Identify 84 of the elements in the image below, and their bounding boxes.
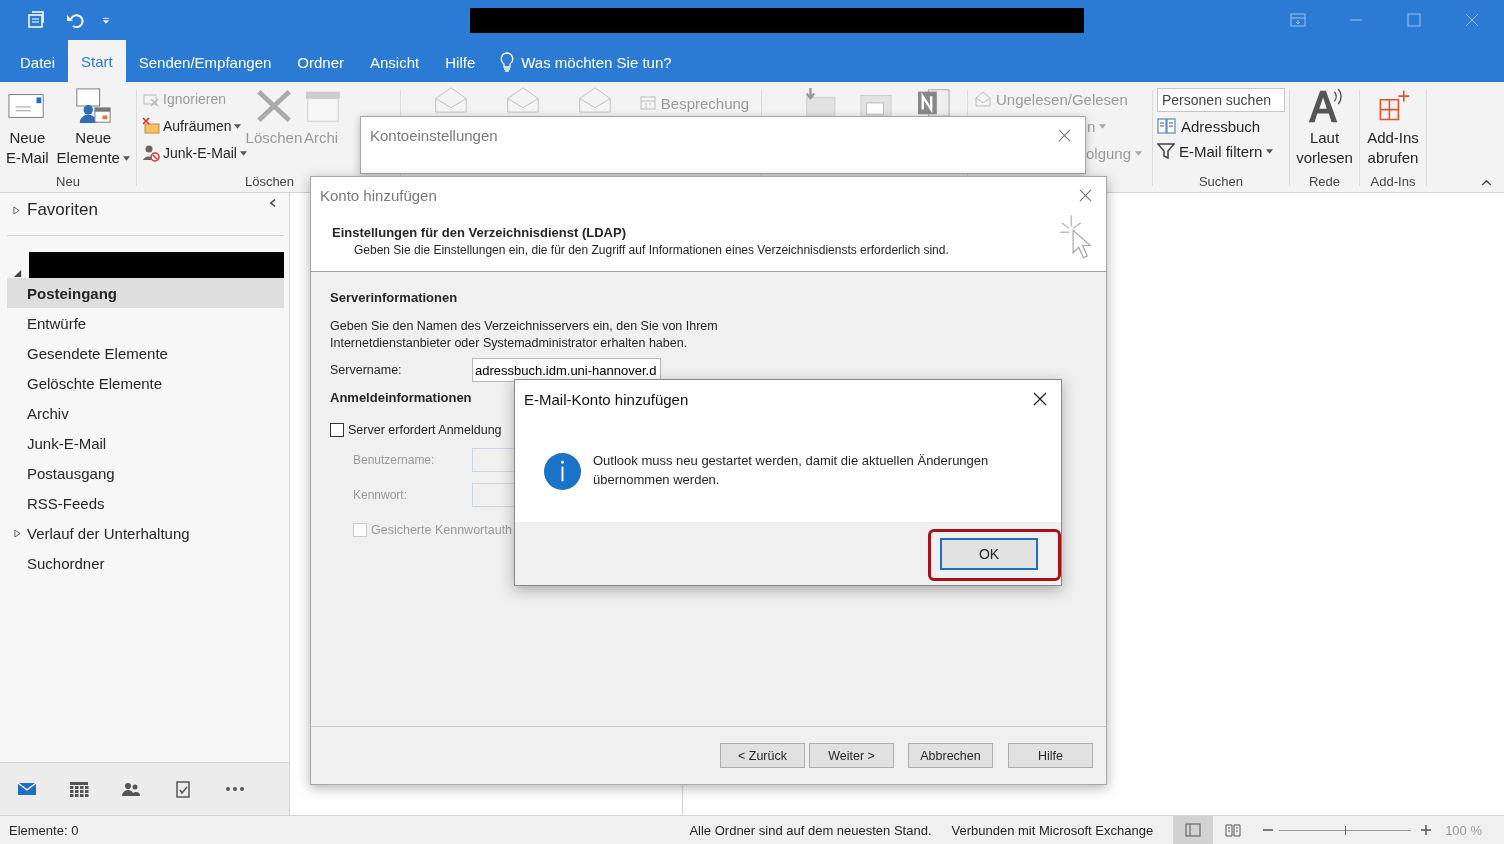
dialog-title: Konto hinzufügen [320,186,437,204]
collapse-ribbon-icon[interactable] [1481,179,1492,186]
wizard-button[interactable]: Abbrechen [908,743,993,768]
normal-view-button[interactable] [1173,816,1214,844]
ribbon-button[interactable]: Add-Ins abrufen [1364,86,1422,168]
ribbon-button[interactable]: Neue E-Mail [3,86,52,168]
ribbon-button[interactable]: Junk-E-Mail [142,142,247,164]
close-icon[interactable] [1033,392,1047,406]
ribbon-button[interactable]: Neue Elemente [53,86,133,168]
ok-button[interactable]: OK [940,537,1038,570]
item-count: Elemente: 0 [9,822,79,838]
connection-status: Verbunden mit Microsoft Exchange [951,822,1154,838]
field-label: Servername: [330,363,403,377]
dialog-title: Kontoeinstellungen [370,126,498,144]
field-label: Kennwort: [353,488,409,502]
login-required-checkbox[interactable]: Server erfordert Anmeldung [330,423,1087,437]
instruction-text: Geben Sie den Namen des Verzeichnisservers ein, den Sie von Ihrem Internetdienstanbieter oder Systemadministrator erhalten haben. [330,318,719,352]
ribbon-tab[interactable]: Senden/Empfangen [125,42,285,82]
section-heading: Serverinformationen [330,290,458,305]
field-label: Benutzername: [353,453,436,467]
filter-icon [1157,142,1175,160]
folder-item[interactable]: Archiv [7,398,284,428]
wizard-button[interactable]: < Zurück [720,743,805,768]
expand-triangle-icon[interactable] [13,205,20,215]
expand-triangle-icon[interactable] [13,269,22,278]
sync-status: Alle Ordner sind auf dem neuesten Stand. [689,822,932,838]
folder-item[interactable]: Gesendete Elemente [7,338,284,368]
ribbon-button[interactable]: Laut vorlesen [1293,86,1356,168]
reading-view-icon [1225,823,1242,837]
customize-caret-icon[interactable] [102,16,110,24]
group-label: Löschen [244,174,295,191]
send-receive-icon[interactable] [26,10,46,30]
normal-view-icon [1185,823,1202,837]
caret-icon [122,155,130,161]
section-heading: Anmeldeinformationen [330,390,472,405]
ribbon-button[interactable]: Aufräumen [142,115,247,137]
mail-icon[interactable] [16,780,38,798]
junk-mail-icon [142,144,160,162]
server-name-field[interactable]: adressbuch.idm.uni-hannover.d [472,358,661,382]
message-text: Outlook muss neu gestartet werden, damit die aktuellen Änderungen übernommen werden. [593,452,990,489]
folder-item[interactable]: Suchordner [7,548,284,578]
folder-item[interactable]: Postausgang [7,458,284,488]
calendar-icon[interactable] [68,780,90,798]
people-icon[interactable] [120,780,142,798]
group-label: Rede [1308,174,1341,191]
folder-item[interactable]: Posteingang [7,278,284,308]
ribbon-tab[interactable]: Datei [7,42,69,82]
ribbon-button[interactable]: E-Mail filtern [1157,140,1285,162]
address-book-icon [1157,117,1177,135]
caret-icon [239,150,247,156]
folder-item[interactable]: Entwürfe [7,308,284,338]
info-icon [543,452,582,491]
cleanup-icon [142,117,160,135]
dialog-subheading: Geben Sie die Einstellungen ein, die für den Zugriff auf Informationen eines Verzeichnisdiensts erforderlich sind. [353,243,949,257]
new-items-icon [74,86,113,126]
dialog-heading: Einstellungen für den Verzeichnisdienst (LDAP) [332,225,627,240]
folder-item[interactable]: Gelöschte Elemente [7,368,284,398]
ribbon-tab[interactable]: Hilfe [432,42,489,82]
lightbulb-icon [500,52,515,72]
group-label: Neu [56,174,80,191]
caret-icon [1099,123,1107,129]
folder-item[interactable]: Verlauf der Unterhaltung [7,518,284,548]
ribbon-tab[interactable]: Start [68,40,126,82]
caret-icon [1135,150,1143,156]
group-label: Add-Ins [1370,174,1416,191]
caret-icon [1266,148,1274,154]
collapse-pane-icon[interactable] [269,198,276,208]
ribbon-tab[interactable]: Ordner [284,42,357,82]
folder-item[interactable]: Junk-E-Mail [7,428,284,458]
search-field[interactable]: Personen suchen [1157,88,1285,112]
zoom-in-icon[interactable] [1421,825,1432,835]
dialog-title: E-Mail-Konto hinzufügen [524,390,689,408]
tell-me-search[interactable]: Was möchten Sie tun? [521,53,672,71]
expand-triangle-icon[interactable] [14,528,21,538]
caret-icon [234,123,242,129]
wizard-button[interactable]: Weiter > [809,743,894,768]
ribbon-button[interactable]: Adressbuch [1157,115,1285,137]
calendar-icon [638,94,657,112]
group-label: Suchen [1198,174,1244,191]
ribbon-tab[interactable]: Ansicht [357,42,433,82]
wizard-button[interactable]: Hilfe [1008,743,1093,768]
folder-item[interactable]: RSS-Feeds [7,488,284,518]
favorites-header[interactable]: Favoriten [27,200,98,220]
envelope-icon [974,90,992,108]
